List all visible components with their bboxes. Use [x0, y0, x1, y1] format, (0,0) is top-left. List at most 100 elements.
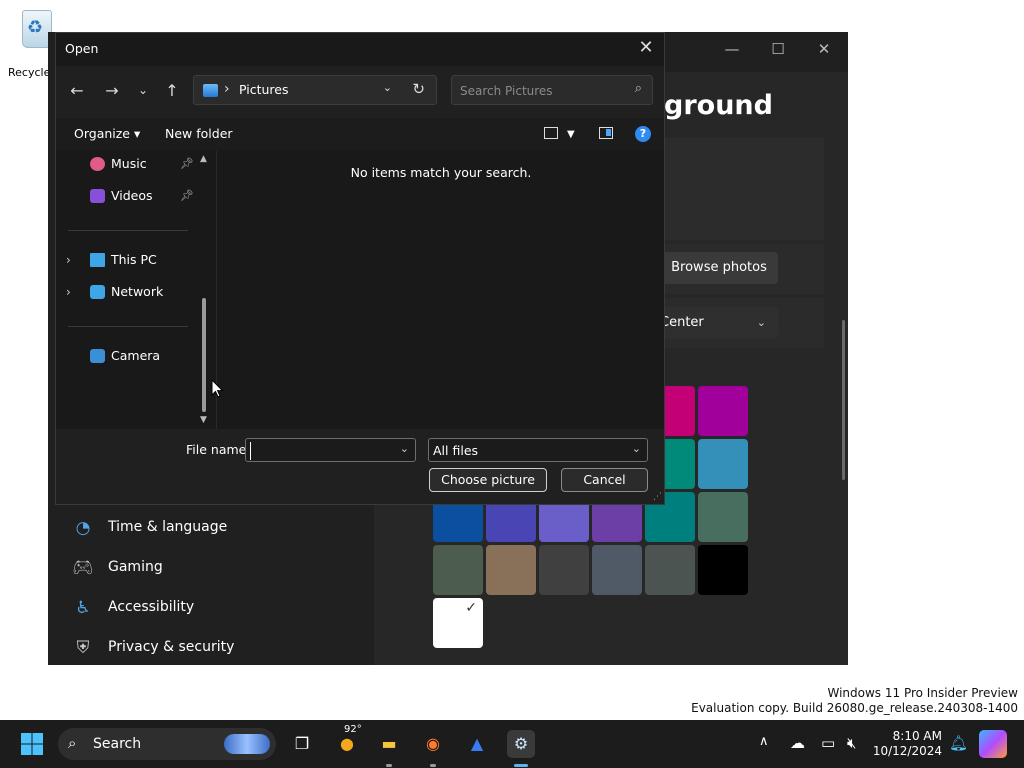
resize-grip-icon[interactable]: ⋰ — [653, 492, 662, 502]
start-button[interactable] — [18, 730, 46, 758]
nav-item-gaming[interactable]: 🎮︎ Gaming — [72, 551, 372, 583]
accessibility-icon: ♿︎ — [75, 598, 91, 618]
tree-item-music[interactable]: Music 📌︎ — [56, 151, 206, 177]
copilot-icon[interactable] — [979, 730, 1007, 758]
network-icon — [90, 285, 105, 299]
search-highlight-image — [224, 734, 270, 754]
color-swatch[interactable] — [592, 545, 642, 595]
search-input[interactable] — [458, 81, 622, 101]
cancel-button[interactable]: Cancel — [561, 468, 648, 492]
expand-chevron-icon[interactable]: › — [66, 279, 71, 305]
scroll-up-arrow-icon[interactable]: ▲ — [200, 154, 207, 164]
system-clock[interactable]: 8:10 AM 10/12/2024 — [872, 729, 942, 759]
navigation-pane: Music 📌︎ Videos 📌︎ › This PC › Network C… — [56, 151, 216, 429]
choose-picture-button[interactable]: Choose picture — [429, 468, 547, 492]
pin-icon: 📌︎ — [180, 157, 194, 170]
volume-icon[interactable]: 🔇︎ — [847, 734, 856, 752]
new-folder-button[interactable]: New folder — [165, 126, 233, 141]
tree-item-videos[interactable]: Videos 📌︎ — [56, 183, 206, 209]
checkmark-icon: ✓ — [465, 600, 477, 616]
up-arrow-icon[interactable]: ↑ — [161, 81, 183, 100]
computer-icon — [90, 253, 105, 267]
tree-item-this-pc[interactable]: › This PC — [56, 247, 206, 273]
running-indicator — [386, 764, 392, 767]
nav-item-privacy-security[interactable]: ⛨ Privacy & security — [72, 631, 372, 663]
tree-item-camera[interactable]: Camera — [56, 343, 206, 369]
nav-item-time-language[interactable]: ◔ Time & language — [72, 511, 372, 543]
taskbar-search-label: Search — [93, 736, 142, 752]
fit-value: Center — [660, 315, 704, 330]
background-preview — [660, 138, 824, 240]
file-name-input[interactable] — [250, 442, 395, 460]
pin-icon: 📌︎ — [180, 189, 194, 202]
firefox-icon[interactable]: ◉ — [419, 730, 447, 758]
pictures-folder-icon — [203, 84, 218, 97]
settings-app-icon[interactable]: ⚙ — [507, 730, 535, 758]
page-title: ground — [664, 90, 773, 121]
close-icon[interactable]: ✕ — [636, 37, 656, 58]
color-swatch[interactable] — [433, 545, 483, 595]
forward-arrow-icon[interactable]: → — [101, 81, 123, 100]
divider — [68, 326, 188, 327]
browse-photos-button[interactable]: Browse photos — [660, 252, 778, 284]
help-icon[interactable]: ? — [635, 126, 651, 142]
expand-chevron-icon[interactable]: › — [66, 247, 71, 273]
address-location[interactable]: Pictures — [239, 82, 289, 97]
file-explorer-icon[interactable]: ▬ — [375, 730, 403, 758]
show-hidden-icons-chevron-icon[interactable]: ∧ — [759, 734, 769, 749]
preview-pane-icon[interactable] — [599, 127, 613, 139]
organize-button[interactable]: Organize ▾ — [74, 126, 140, 141]
navigation-scrollbar-thumb[interactable] — [202, 298, 206, 412]
onedrive-offline-icon[interactable]: ☁︎ — [790, 734, 805, 752]
color-swatch[interactable] — [539, 545, 589, 595]
music-icon — [90, 157, 105, 171]
recent-locations-chevron-icon[interactable]: ⌄ — [132, 83, 154, 97]
color-swatch[interactable] — [698, 545, 748, 595]
file-type-dropdown[interactable]: All files ⌄ — [428, 438, 648, 462]
recycle-bin-label: Recycle — [8, 66, 51, 79]
color-swatch[interactable]: ✓ — [433, 598, 483, 648]
chevron-down-icon[interactable]: ⌄ — [400, 442, 409, 455]
color-swatch[interactable] — [698, 386, 748, 436]
search-icon: ⌕ — [68, 734, 77, 752]
color-swatch[interactable] — [645, 545, 695, 595]
file-name-combobox[interactable]: ⌄ — [245, 438, 416, 462]
file-type-value: All files — [433, 443, 479, 458]
view-options-caret-icon[interactable]: ▼ — [567, 129, 575, 140]
clock-date: 10/12/2024 — [872, 744, 942, 758]
color-swatch[interactable] — [698, 439, 748, 489]
network-icon[interactable]: ▭ — [821, 734, 835, 752]
taskbar-search[interactable]: ⌕ Search — [58, 728, 276, 760]
tree-item-network[interactable]: › Network — [56, 279, 206, 305]
task-view-icon[interactable]: ❐ — [288, 730, 316, 758]
weather-temperature: 92° — [344, 724, 362, 735]
chevron-down-icon: ⌄ — [631, 442, 641, 455]
close-icon[interactable]: ✕ — [814, 40, 834, 58]
scroll-down-arrow-icon[interactable]: ▼ — [200, 415, 207, 425]
settings-scrollbar[interactable] — [842, 320, 845, 480]
maximize-icon[interactable]: ☐ — [768, 40, 788, 58]
minimize-icon[interactable]: — — [722, 40, 742, 58]
file-name-label: File name: — [186, 442, 251, 457]
refresh-icon[interactable]: ↻ — [412, 80, 425, 98]
chevron-down-icon[interactable]: ⌄ — [383, 81, 392, 94]
camera-folder-icon — [90, 349, 105, 363]
fit-dropdown[interactable]: Center ⌄ — [660, 307, 778, 339]
back-arrow-icon[interactable]: ← — [66, 81, 88, 100]
chevron-down-icon: ⌄ — [756, 316, 766, 329]
color-swatch[interactable] — [698, 492, 748, 542]
nav-item-accessibility[interactable]: ♿︎ Accessibility — [72, 591, 372, 623]
search-box[interactable]: ⌕ — [451, 75, 653, 105]
divider — [68, 230, 188, 231]
change-view-icon[interactable] — [544, 127, 558, 139]
address-bar[interactable]: › Pictures ⌄ ↻ — [193, 75, 437, 105]
file-list[interactable]: No items match your search. — [216, 151, 665, 429]
app-icon[interactable]: ▲ — [463, 730, 491, 758]
color-swatch[interactable] — [486, 545, 536, 595]
taskbar: ⌕ Search ❐ ● 92° ▬ ◉ ▲ ⚙ ∧ ☁︎ ▭ 🔇︎ 8:10 … — [0, 720, 1024, 768]
notification-bell-icon[interactable]: 🔔︎ — [949, 734, 968, 752]
shield-icon: ⛨ — [76, 638, 90, 658]
breadcrumb-separator-icon: › — [224, 81, 230, 97]
videos-icon — [90, 189, 105, 203]
empty-message: No items match your search. — [350, 165, 532, 180]
